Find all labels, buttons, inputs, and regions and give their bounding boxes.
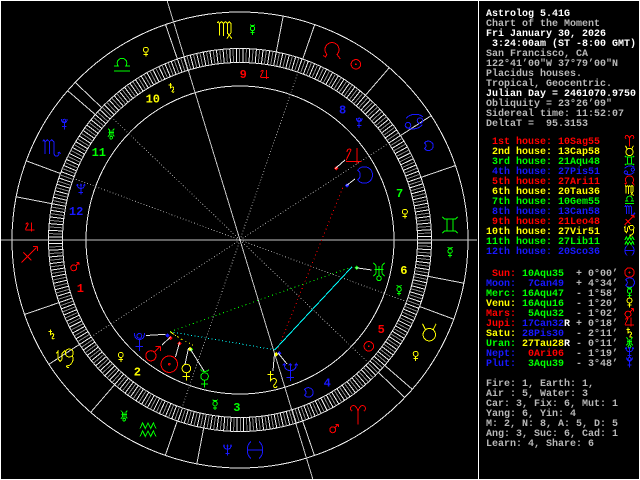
svg-text:8: 8: [339, 103, 346, 117]
svg-text:1: 1: [77, 282, 84, 296]
svg-text:6: 6: [400, 264, 407, 278]
svg-text:12: 12: [69, 205, 83, 219]
svg-text:7: 7: [396, 187, 403, 201]
svg-text:DeltaT = 95.3153: DeltaT = 95.3153: [486, 118, 588, 130]
svg-text:11: 11: [92, 146, 106, 160]
svg-text:9: 9: [240, 68, 247, 82]
svg-text:R: R: [564, 339, 570, 350]
svg-text:- 3°48’: - 3°48’: [576, 358, 618, 370]
svg-text:Learn: 4, Share: 6: Learn: 4, Share: 6: [486, 438, 594, 450]
svg-text:3Aqu39: 3Aqu39: [522, 359, 564, 370]
svg-text:12th house: 20Sco36: 12th house: 20Sco36: [486, 246, 600, 258]
svg-text:R: R: [564, 319, 570, 330]
svg-text:5: 5: [378, 323, 385, 337]
svg-text:Plut:: Plut:: [486, 358, 516, 370]
svg-text:4: 4: [324, 376, 331, 390]
svg-text:10: 10: [146, 93, 160, 107]
svg-text:3: 3: [233, 401, 240, 415]
svg-text:2: 2: [134, 366, 141, 380]
